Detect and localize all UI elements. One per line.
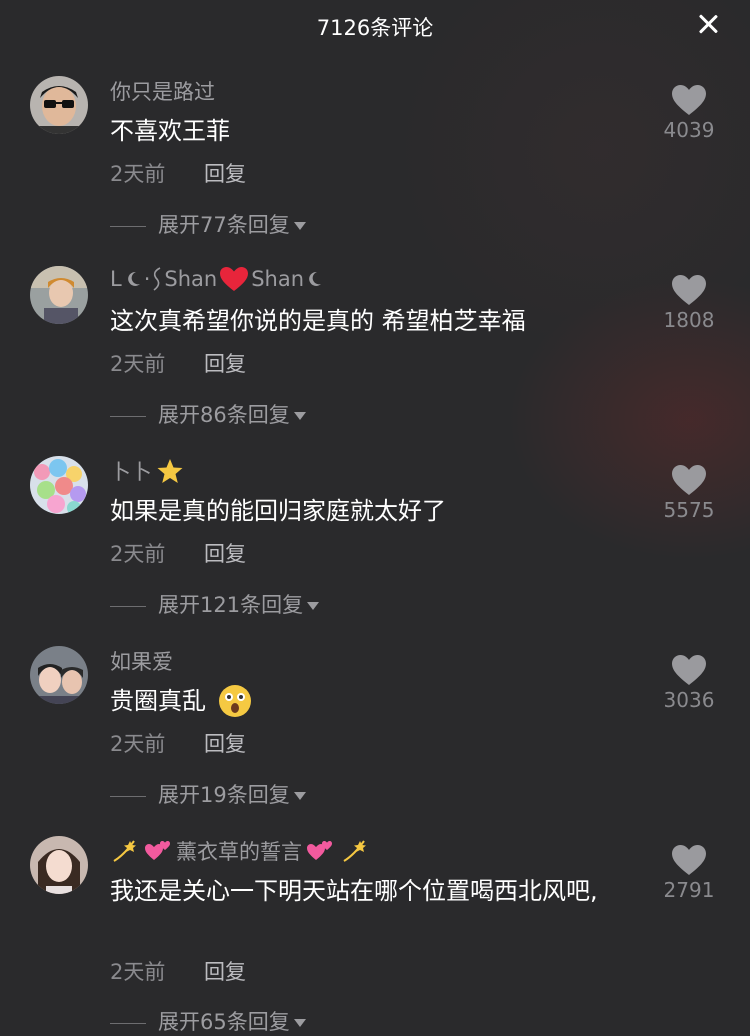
heart-icon [672,465,706,495]
comment-text: 这次真希望你说的是真的 希望柏芝幸福 [110,307,526,335]
heart-icon [672,655,706,685]
comment-text: 我还是关心一下明天站在哪个位置喝西北风吧, [110,877,598,905]
comments-header: 7126条评论 [0,0,750,50]
reply-button[interactable]: 回复 [204,956,246,986]
expand-replies-button[interactable]: 展开65条回复 [110,1006,306,1036]
comment-author[interactable]: 你只是路过 [110,76,215,106]
like-button[interactable]: 4039 [644,84,734,142]
expand-replies-button[interactable]: 展开121条回复 [110,589,320,619]
close-icon[interactable] [696,12,720,36]
dizzy-star-icon [113,840,136,862]
comment-time: 2天前 [110,162,166,186]
star-icon [157,459,183,483]
crescent-moon-icon [127,271,140,286]
divider-line [110,795,146,797]
like-button[interactable]: 2791 [644,844,734,902]
divider-line [110,605,146,607]
red-heart-icon [220,267,249,291]
comment-author[interactable]: L · Shan Shan [110,266,324,292]
comment-author[interactable]: 薰衣草的誓言 [110,836,368,866]
two-hearts-icon [307,841,332,860]
expand-replies-label: 展开19条回复 [158,783,290,807]
reply-button[interactable]: 回复 [204,348,246,378]
like-count: 5575 [663,498,715,522]
divider-line [110,415,146,417]
heart-icon [672,845,706,875]
avatar[interactable] [30,76,88,134]
reply-button[interactable]: 回复 [204,158,246,188]
two-hearts-icon [145,841,170,860]
like-button[interactable]: 1808 [644,274,734,332]
author-name-part: L [110,267,122,291]
like-count: 2791 [663,878,715,902]
expand-replies-label: 展开86条回复 [158,403,290,427]
chevron-down-icon [307,602,320,610]
author-name: 卜卜 [110,460,152,484]
comment-author[interactable]: 卜卜 [110,456,184,486]
crescent-moon-icon [309,271,322,286]
chevron-down-icon [293,412,306,420]
chevron-down-icon [293,792,306,800]
like-count: 4039 [663,118,715,142]
comment-text: 贵圈真乱 [110,682,650,720]
expand-replies-label: 展开77条回复 [158,213,290,237]
avatar[interactable] [30,646,88,704]
heart-icon [672,85,706,115]
comment-time: 2天前 [110,542,166,566]
like-button[interactable]: 3036 [644,654,734,712]
expand-replies-button[interactable]: 展开19条回复 [110,779,306,809]
author-name-part: · [143,267,151,291]
like-count: 1808 [663,308,715,332]
avatar[interactable] [30,456,88,514]
comment-time: 2天前 [110,960,166,984]
expand-replies-label: 展开121条回复 [158,593,304,617]
chevron-down-icon [293,222,306,230]
expand-replies-label: 展开65条回复 [158,1010,290,1034]
heart-icon [672,275,706,305]
like-button[interactable]: 5575 [644,464,734,522]
author-name-part: Shan [164,267,218,291]
avatar[interactable] [30,836,88,894]
chevron-down-icon [293,1019,306,1027]
expand-replies-button[interactable]: 展开86条回复 [110,399,306,429]
comment-author[interactable]: 如果爱 [110,646,173,676]
comment-text: 如果是真的能回归家庭就太好了 [110,497,446,525]
comment-time: 2天前 [110,732,166,756]
reply-button[interactable]: 回复 [204,538,246,568]
swirl-icon [153,267,161,291]
like-count: 3036 [663,688,715,712]
shocked-face-emoji-icon [219,685,251,717]
expand-replies-button[interactable]: 展开77条回复 [110,209,306,239]
divider-line [110,225,146,227]
comment-text: 不喜欢王菲 [110,117,230,145]
comment-count-title: 7126条评论 [316,16,434,40]
dizzy-star-icon [343,840,366,862]
author-name-part: Shan [251,267,305,291]
avatar[interactable] [30,266,88,324]
author-name: 薰衣草的誓言 [176,840,302,864]
comment-time: 2天前 [110,352,166,376]
comment-text-content: 贵圈真乱 [110,687,206,715]
reply-button[interactable]: 回复 [204,728,246,758]
